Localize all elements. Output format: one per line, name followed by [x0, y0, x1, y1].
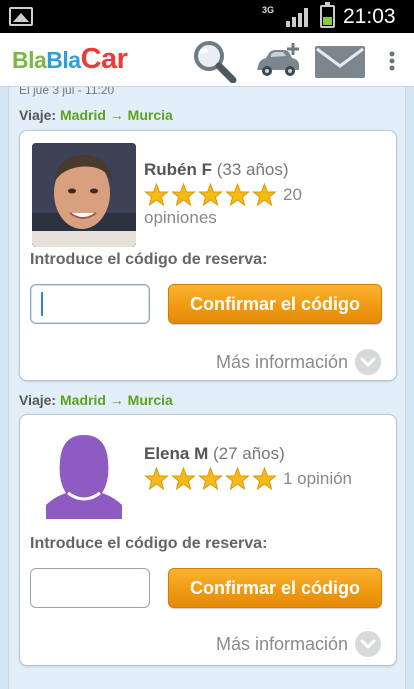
reviews-text: 1 opinión [283, 469, 353, 488]
previous-trip-date: El jue 3 jul - 11:20 [19, 87, 115, 97]
reviews-count: 20 [283, 185, 302, 204]
more-info-link[interactable]: Más información [216, 348, 382, 376]
trip-prefix: Viaje: [19, 392, 57, 408]
confirm-code-button[interactable]: Confirmar el código [168, 568, 382, 608]
trip-to: Murcia [127, 107, 173, 123]
logo-part-1: Bla [12, 47, 47, 73]
blablacar-logo[interactable]: BlaBlaCar [12, 43, 128, 76]
gallery-notification-icon [9, 7, 33, 26]
code-prompt: Introduce el código de reserva: [30, 251, 268, 268]
chevron-down-icon [355, 631, 381, 657]
more-info-label: Más información [215, 633, 348, 654]
driver-name-age: Rubén F (33 años) [144, 160, 289, 180]
female-avatar-icon [46, 435, 122, 519]
driver-avatar-photo[interactable] [32, 143, 136, 247]
star-icon [252, 183, 277, 207]
star-icon [144, 183, 169, 207]
arrow-icon: → [109, 392, 124, 408]
trip-from: Madrid [60, 107, 106, 123]
arrow-icon: → [109, 107, 124, 123]
clock: 21:03 [343, 5, 396, 28]
more-info-label: Más información [215, 351, 348, 372]
driver-portrait [32, 143, 136, 247]
add-car-icon[interactable] [253, 39, 303, 83]
bookings-list: El jue 3 jul - 11:20 Viaje: Madrid → Mur… [8, 87, 406, 689]
logo-part-3: Car [80, 43, 128, 75]
booking-code-input[interactable] [30, 568, 150, 608]
trip-from: Madrid [60, 392, 106, 408]
confirm-code-button[interactable]: Confirmar el código [168, 284, 382, 324]
star-icon [225, 183, 250, 207]
booking-card: Rubén F (33 años) 20 opiniones Introduce… [19, 130, 397, 381]
trip-prefix: Viaje: [19, 107, 57, 123]
status-bar: 3G 21:03 [0, 0, 414, 33]
overflow-menu-icon[interactable] [384, 39, 400, 83]
star-icon [144, 467, 169, 491]
star-icon [198, 467, 223, 491]
battery-icon [320, 2, 335, 28]
driver-age: (33 años) [216, 160, 289, 179]
star-icon [171, 467, 196, 491]
mail-icon[interactable] [314, 39, 366, 83]
star-icon [171, 183, 196, 207]
star-icon [198, 183, 223, 207]
trip-route: Viaje: Madrid → Murcia [19, 107, 173, 123]
trip-to: Murcia [127, 392, 173, 408]
text-caret [41, 292, 43, 316]
star-icon [225, 467, 250, 491]
search-icon[interactable] [190, 39, 238, 83]
driver-name: Elena M [144, 444, 209, 463]
driver-name-age: Elena M (27 años) [144, 444, 285, 464]
booking-code-input[interactable] [30, 284, 150, 324]
code-prompt: Introduce el código de reserva: [30, 535, 268, 552]
logo-part-2: Bla [46, 47, 81, 73]
star-icon [252, 467, 277, 491]
rating-stars: 20 [144, 183, 302, 207]
more-info-link[interactable]: Más información [216, 630, 382, 658]
driver-avatar-placeholder[interactable] [32, 427, 136, 531]
app-bar: BlaBlaCar [0, 33, 414, 87]
driver-age: (27 años) [212, 444, 285, 463]
driver-name: Rubén F [144, 160, 212, 179]
rating-stars: 1 opinión [144, 467, 352, 491]
network-type: 3G [262, 5, 275, 15]
signal-strength-icon [286, 8, 308, 27]
chevron-down-icon [355, 349, 381, 375]
booking-card: Elena M (27 años) 1 opinión Introduce el… [19, 414, 397, 666]
trip-route: Viaje: Madrid → Murcia [19, 392, 173, 408]
reviews-label: opiniones [144, 208, 217, 227]
